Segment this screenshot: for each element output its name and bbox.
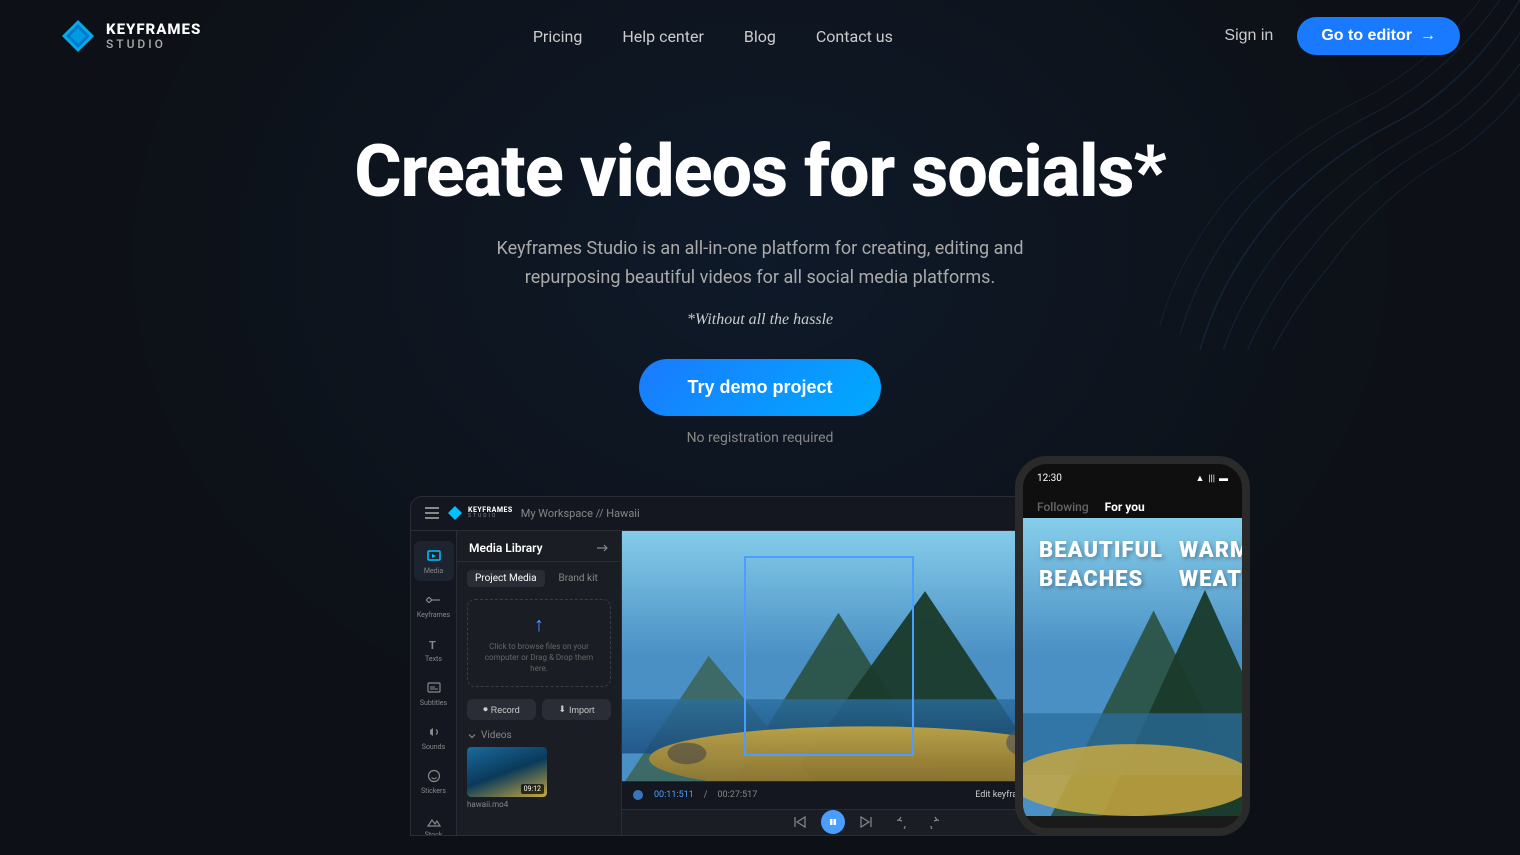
overlay-word-1: BEAUTIFUL <box>1039 538 1163 563</box>
main-nav: Pricing Help center Blog Contact us <box>533 27 893 46</box>
media-panel-header: Media Library <box>457 531 621 562</box>
texts-icon: T <box>425 635 443 653</box>
video-name: hawaii.mo4 <box>467 800 611 809</box>
total-time: 00:27:517 <box>718 790 758 800</box>
sign-in-button[interactable]: Sign in <box>1224 27 1273 45</box>
keyframes-icon <box>425 591 443 609</box>
svg-text:T: T <box>429 639 436 652</box>
media-panel: Media Library Project Media Brand kit ↑ … <box>457 531 622 835</box>
sidebar-item-stock[interactable]: Stock <box>414 805 454 836</box>
sidebar-item-stickers[interactable]: Stickers <box>414 761 454 801</box>
nav-blog[interactable]: Blog <box>744 27 776 46</box>
redo-icon[interactable] <box>925 815 939 829</box>
import-button[interactable]: ⬇ Import <box>542 699 611 720</box>
no-registration-text: No registration required <box>20 430 1500 446</box>
titlebar-left: KEYFRAMES STUDIO My Workspace // Hawaii <box>425 505 640 521</box>
pause-button[interactable] <box>821 810 845 834</box>
phone-overlay-text: BEAUTIFUL BEACHES WARM WEATHER <box>1039 538 1250 592</box>
video-duration: 09:12 <box>521 784 544 794</box>
keyframes-label: Keyframes <box>417 611 450 619</box>
sidebar-icons: Media Keyframes <box>411 531 457 835</box>
logo[interactable]: KEYFRAMES STUDIO <box>60 18 201 54</box>
play-indicator-icon <box>632 789 644 801</box>
phone-tabs: Following For you <box>1023 494 1242 518</box>
phone-tab-for-you[interactable]: For you <box>1105 500 1145 514</box>
media-icon <box>425 547 443 565</box>
skip-back-icon[interactable] <box>793 815 807 829</box>
titlebar-logo-icon <box>447 505 463 521</box>
logo-name-top: KEYFRAMES <box>106 21 201 38</box>
stock-label: Stock <box>425 831 443 836</box>
video-thumbnail-item[interactable]: 09:12 hawaii.mo4 <box>467 747 611 809</box>
hero-section: Create videos for socials* Keyframes Stu… <box>0 72 1520 476</box>
app-window: KEYFRAMES STUDIO My Workspace // Hawaii … <box>410 496 1110 836</box>
upload-dropzone[interactable]: ↑ Click to browse files on your computer… <box>467 599 611 688</box>
tab-project-media[interactable]: Project Media <box>467 570 545 587</box>
skip-forward-icon[interactable] <box>859 815 873 829</box>
stickers-label: Stickers <box>421 787 446 795</box>
sidebar-item-texts[interactable]: T Texts <box>414 629 454 669</box>
subtitles-label: Subtitles <box>420 699 447 707</box>
overlay-word-3: WARM <box>1179 538 1250 563</box>
stock-icon <box>425 811 443 829</box>
chevron-down-icon <box>467 731 477 741</box>
tab-brand-kit[interactable]: Brand kit <box>551 570 606 587</box>
logo-name-bottom: STUDIO <box>106 38 201 51</box>
sidebar-item-media[interactable]: Media <box>414 541 454 581</box>
hero-headline: Create videos for socials* <box>20 132 1500 211</box>
media-library-title: Media Library <box>469 541 543 555</box>
phone-mockup: 12:30 ▲ ||| ▬ Following For you <box>1015 456 1250 836</box>
texts-label: Texts <box>425 655 442 663</box>
app-body: Media Keyframes <box>411 531 1109 835</box>
nav-contact[interactable]: Contact us <box>816 27 893 46</box>
video-thumb: 09:12 <box>467 747 547 797</box>
try-demo-button[interactable]: Try demo project <box>639 359 880 416</box>
overlay-word-4: WEATHER <box>1179 567 1250 592</box>
pause-icon <box>828 817 838 827</box>
nav-pricing[interactable]: Pricing <box>533 27 583 46</box>
titlebar-path: My Workspace // Hawaii <box>521 507 640 520</box>
phone-tab-following[interactable]: Following <box>1037 500 1089 514</box>
sounds-label: Sounds <box>422 743 445 751</box>
hero-subtitle: Keyframes Studio is an all-in-one platfo… <box>460 235 1060 293</box>
media-tabs: Project Media Brand kit <box>457 562 621 593</box>
record-button[interactable]: ⏺ Record <box>467 699 536 720</box>
sounds-icon <box>425 723 443 741</box>
titlebar-brand-bottom: STUDIO <box>468 514 513 519</box>
import-icon: ⬇ <box>558 704 566 715</box>
arrow-icon: → <box>1420 27 1436 45</box>
subtitles-icon <box>425 679 443 697</box>
sidebar-item-subtitles[interactable]: Subtitles <box>414 673 454 713</box>
header: KEYFRAMES STUDIO Pricing Help center Blo… <box>0 0 1520 72</box>
hero-asterisk-note: *Without all the hassle <box>687 311 833 329</box>
sidebar-item-keyframes[interactable]: Keyframes <box>414 585 454 625</box>
go-to-editor-button[interactable]: Go to editor → <box>1297 17 1460 55</box>
phone-video-area: BEAUTIFUL BEACHES WARM WEATHER <box>1023 518 1242 816</box>
sidebar-item-sounds[interactable]: Sounds <box>414 717 454 757</box>
action-buttons: ⏺ Record ⬇ Import <box>457 693 621 726</box>
stickers-icon <box>425 767 443 785</box>
nav-help[interactable]: Help center <box>622 27 704 46</box>
videos-label: Videos <box>467 730 611 741</box>
demo-screenshots: KEYFRAMES STUDIO My Workspace // Hawaii … <box>280 496 1240 836</box>
close-panel-icon[interactable] <box>595 541 609 555</box>
header-actions: Sign in Go to editor → <box>1224 17 1460 55</box>
hamburger-icon <box>425 507 439 519</box>
logo-text: KEYFRAMES STUDIO <box>106 21 201 51</box>
videos-section: Videos 09:12 hawaii.mo4 <box>457 726 621 813</box>
overlay-word-2: BEACHES <box>1039 567 1163 592</box>
current-time: 00:11:511 <box>654 790 694 800</box>
upload-icon: ↑ <box>476 612 602 637</box>
media-label: Media <box>424 567 443 575</box>
app-titlebar: KEYFRAMES STUDIO My Workspace // Hawaii … <box>411 497 1109 531</box>
logo-icon <box>60 18 96 54</box>
titlebar-logo: KEYFRAMES STUDIO <box>447 505 513 521</box>
record-icon: ⏺ <box>483 704 488 715</box>
upload-text: Click to browse files on your computer o… <box>476 641 602 675</box>
undo-icon[interactable] <box>897 815 911 829</box>
